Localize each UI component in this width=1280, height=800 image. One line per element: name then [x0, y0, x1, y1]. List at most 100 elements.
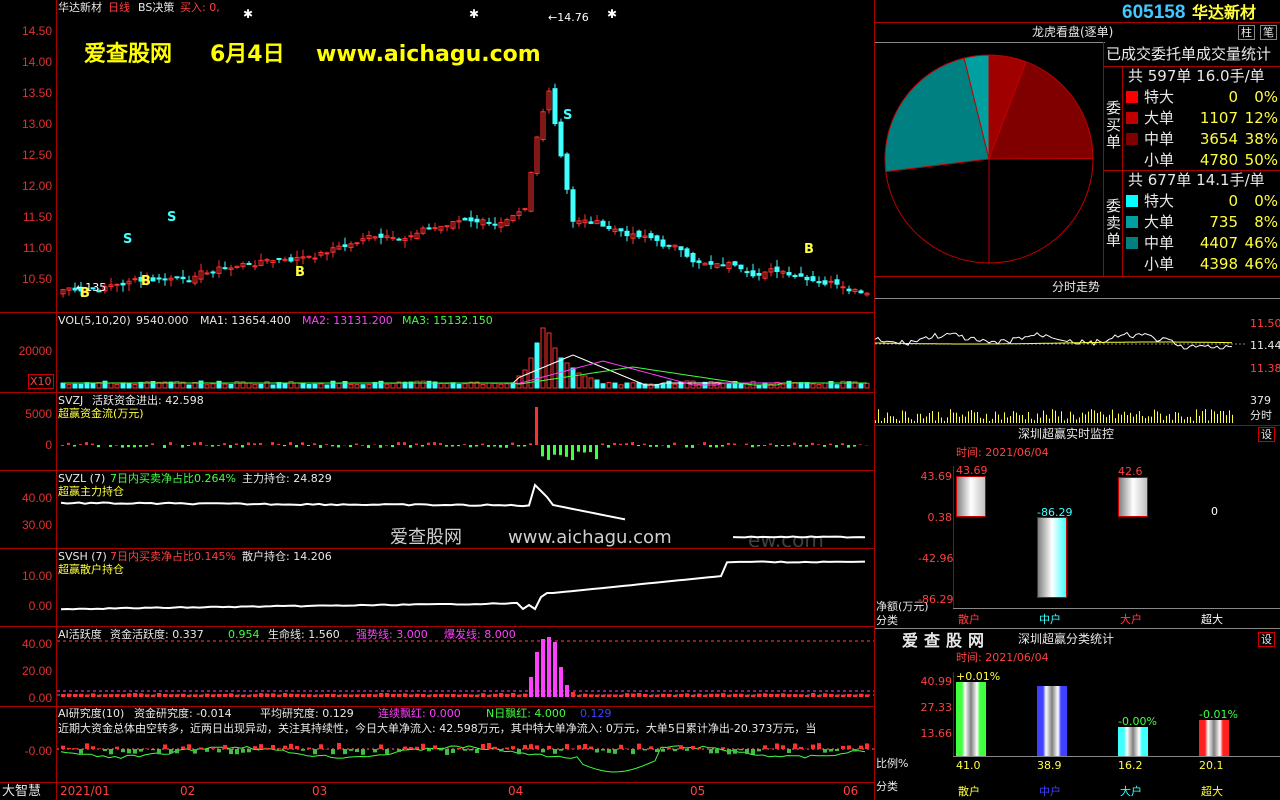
- candle-body: [354, 242, 360, 245]
- fund-flow-bar: [355, 443, 358, 445]
- intraday-vol-bar: [1085, 414, 1086, 423]
- volume-bar: [318, 383, 324, 389]
- activity-bar: [139, 693, 143, 697]
- activity-bar: [325, 693, 329, 697]
- research-bar: [115, 746, 119, 749]
- fund-flow-bar: [235, 443, 238, 445]
- intraday-avg-line: [875, 341, 1233, 345]
- monitor-settings-button[interactable]: 设: [1258, 427, 1275, 442]
- fund-flow-bar: [859, 444, 862, 445]
- candle-body: [552, 88, 558, 125]
- activity-bar: [781, 693, 785, 697]
- candle-body: [150, 277, 156, 282]
- research-bar: [97, 748, 101, 749]
- fund-flow-bar: [67, 442, 70, 445]
- class-stat-category: 大户: [1120, 785, 1142, 798]
- intraday-vol-bar: [1076, 419, 1077, 423]
- stroke-mode-button[interactable]: 笔: [1260, 25, 1277, 40]
- class-stat-category: 中户: [1039, 785, 1061, 798]
- intraday-vol-bar: [875, 420, 876, 423]
- volume-bar: [222, 383, 228, 389]
- research-bar: [721, 747, 725, 749]
- fund-flow-bar: [601, 443, 604, 445]
- intraday-vol-bar: [938, 411, 939, 423]
- activity-bar: [61, 694, 65, 697]
- intraday-vol-bar: [965, 416, 966, 423]
- research-bar: [211, 748, 215, 749]
- research-bar: [229, 749, 233, 755]
- intraday-vol-bar: [1112, 409, 1113, 423]
- intraday-vol-bar: [929, 412, 930, 423]
- fund-flow-bar: [367, 445, 370, 448]
- activity-bar: [187, 694, 191, 697]
- intraday-vol-bar: [1133, 416, 1134, 423]
- candle-body: [408, 235, 414, 238]
- research-bar: [181, 746, 185, 749]
- research-bar: [415, 746, 419, 749]
- fund-flow-bar: [691, 445, 694, 448]
- candle-body: [390, 237, 396, 240]
- volume-bar: [540, 327, 546, 389]
- order-type: 大单: [1144, 109, 1175, 127]
- research-bar: [127, 749, 131, 754]
- fund-flow-bar: [535, 407, 538, 445]
- intraday-chart[interactable]: [875, 299, 1245, 425]
- monitor-category: 中户: [1039, 613, 1061, 626]
- research-bar: [283, 745, 287, 749]
- candle-body: [120, 282, 126, 286]
- intraday-vol-bar: [1073, 414, 1074, 423]
- ai-activity-chart: [57, 637, 874, 697]
- intraday-vol-bar: [1118, 413, 1119, 423]
- fund-flow-bar: [127, 445, 130, 448]
- vol-unit: X10: [28, 374, 54, 389]
- class-stat-category: 散户: [958, 785, 980, 798]
- fund-flow-bar: [829, 443, 832, 445]
- activity-bar: [535, 652, 539, 697]
- research-bar: [859, 745, 863, 749]
- candle-body: [324, 252, 330, 255]
- research-bar: [355, 749, 359, 753]
- order-pct: 0%: [1254, 88, 1278, 106]
- fund-flow-bar: [211, 445, 214, 447]
- order-count: 3654: [1199, 130, 1238, 148]
- fund-flow-bar: [565, 445, 568, 457]
- order-count: 0: [1228, 88, 1238, 106]
- research-bar: [763, 745, 767, 749]
- fund-flow-bar: [643, 443, 646, 445]
- main-chart-area[interactable]: 华达新材 日线 BS决策 买入: 0, 14.50 14.00 13.50 13…: [0, 0, 874, 800]
- research-bar: [667, 747, 671, 749]
- fund-flow-bar: [229, 445, 232, 448]
- activity-bar: [787, 694, 791, 697]
- fund-flow-bar: [271, 442, 274, 445]
- classstat-settings-button[interactable]: 设: [1258, 632, 1275, 647]
- research-bar: [757, 749, 761, 752]
- intraday-vol-bar: [1046, 414, 1047, 423]
- activity-bar: [397, 693, 401, 697]
- class-stat-change: -0.00%: [1118, 714, 1157, 728]
- intraday-vol-bar: [1145, 418, 1146, 423]
- order-row: 小单 4780 50%: [1124, 150, 1280, 171]
- fund-flow-bar: [133, 445, 136, 448]
- intraday-vol-bar: [1052, 409, 1053, 423]
- candle-body: [750, 270, 756, 277]
- research-bar: [133, 749, 137, 754]
- intraday-vol-bar: [932, 410, 933, 423]
- monitor-value: 42.6: [1118, 465, 1143, 479]
- volume-bar: [786, 380, 792, 389]
- research-bar: [547, 745, 551, 749]
- bar-mode-button[interactable]: 柱: [1238, 25, 1255, 40]
- vol-ma2-line: [63, 360, 867, 386]
- fund-flow-bar: [571, 445, 574, 461]
- research-bar: [553, 749, 557, 754]
- volume-bar: [378, 380, 384, 389]
- fund-flow-bar: [649, 445, 652, 447]
- pie-subtitle: 已成交委托单成交量统计: [1106, 45, 1272, 63]
- activity-bar: [703, 694, 707, 697]
- fund-flow-bar: [85, 442, 88, 445]
- volume-bar: [822, 382, 828, 389]
- fund-flow-bar: [349, 445, 352, 448]
- fund-flow-bar: [463, 444, 466, 445]
- candlestick-chart[interactable]: ←14.76 ←135 B B B B S S S ✱ ✱ ✱: [57, 0, 874, 312]
- fund-flow-chart: [61, 407, 868, 461]
- research-bar: [529, 744, 533, 749]
